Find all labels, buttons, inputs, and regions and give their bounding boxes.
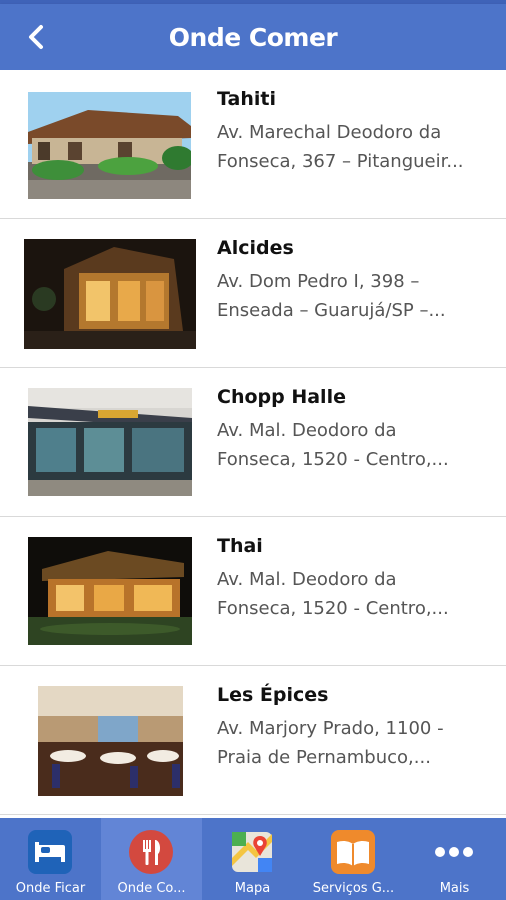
- address-line-2: Fonseca, 1520 - Centro,...: [217, 449, 449, 470]
- address-line-1: Av. Dom Pedro I, 398 –: [217, 271, 420, 292]
- restaurant-photo: [28, 92, 191, 199]
- tab-label: Serviços G...: [312, 881, 395, 896]
- address-line-1: Av. Mal. Deodoro da: [217, 420, 397, 441]
- restaurant-address: Av. Mal. Deodoro da Fonseca, 1520 - Cent…: [217, 565, 487, 623]
- restaurant-photo: [38, 686, 183, 796]
- restaurant-photo: [24, 239, 196, 349]
- restaurant-address: Av. Mal. Deodoro da Fonseca, 1520 - Cent…: [217, 416, 487, 474]
- restaurant-name: Thai: [217, 535, 263, 557]
- restaurant-address: Av. Marjory Prado, 1100 - Praia de Perna…: [217, 714, 487, 772]
- chevron-left-icon: [29, 25, 43, 49]
- tab-onde-ficar[interactable]: Onde Ficar: [0, 818, 101, 900]
- bed-icon: [28, 830, 72, 874]
- restaurant-name: Chopp Halle: [217, 386, 346, 408]
- restaurant-photo: [28, 388, 192, 496]
- address-line-2: Fonseca, 1520 - Centro,...: [217, 598, 449, 619]
- tab-label: Mapa: [234, 881, 271, 896]
- address-line-2: Enseada – Guarujá/SP –...: [217, 300, 446, 321]
- tab-label: Onde Ficar: [15, 881, 86, 896]
- tab-label: Mais: [439, 881, 470, 896]
- more-dots-icon: [435, 847, 473, 857]
- app-header: Onde Comer: [0, 4, 506, 70]
- address-line-1: Av. Marechal Deodoro da: [217, 122, 442, 143]
- bottom-tab-bar: Onde Ficar Onde Co... Mapa Serviços G...…: [0, 818, 506, 900]
- fork-knife-icon: [129, 830, 173, 874]
- tab-label: Onde Co...: [117, 881, 186, 896]
- restaurant-name: Les Épices: [217, 684, 329, 706]
- list-item[interactable]: Tahiti Av. Marechal Deodoro da Fonseca, …: [0, 70, 506, 219]
- page-title: Onde Comer: [168, 22, 338, 52]
- address-line-1: Av. Mal. Deodoro da: [217, 569, 397, 590]
- list-item[interactable]: Thai Av. Mal. Deodoro da Fonseca, 1520 -…: [0, 517, 506, 666]
- tab-servicos[interactable]: Serviços G...: [303, 818, 404, 900]
- address-line-2: Fonseca, 367 – Pitangueir...: [217, 151, 464, 172]
- restaurant-address: Av. Dom Pedro I, 398 – Enseada – Guarujá…: [217, 267, 487, 325]
- book-icon: [331, 830, 375, 874]
- restaurant-list: Tahiti Av. Marechal Deodoro da Fonseca, …: [0, 70, 506, 818]
- list-item[interactable]: Chopp Halle Av. Mal. Deodoro da Fonseca,…: [0, 368, 506, 517]
- list-item[interactable]: Alcides Av. Dom Pedro I, 398 – Enseada –…: [0, 219, 506, 368]
- address-line-1: Av. Marjory Prado, 1100 -: [217, 718, 444, 739]
- tab-mais[interactable]: Mais: [404, 818, 505, 900]
- back-button[interactable]: [18, 17, 54, 57]
- tab-mapa[interactable]: Mapa: [202, 818, 303, 900]
- list-item[interactable]: Les Épices Av. Marjory Prado, 1100 - Pra…: [0, 666, 506, 815]
- map-icon: [232, 832, 272, 872]
- restaurant-address: Av. Marechal Deodoro da Fonseca, 367 – P…: [217, 118, 487, 176]
- address-line-2: Praia de Pernambuco,...: [217, 747, 431, 768]
- restaurant-name: Alcides: [217, 237, 294, 259]
- tab-onde-comer[interactable]: Onde Co...: [101, 818, 202, 900]
- restaurant-name: Tahiti: [217, 88, 276, 110]
- restaurant-photo: [28, 537, 192, 645]
